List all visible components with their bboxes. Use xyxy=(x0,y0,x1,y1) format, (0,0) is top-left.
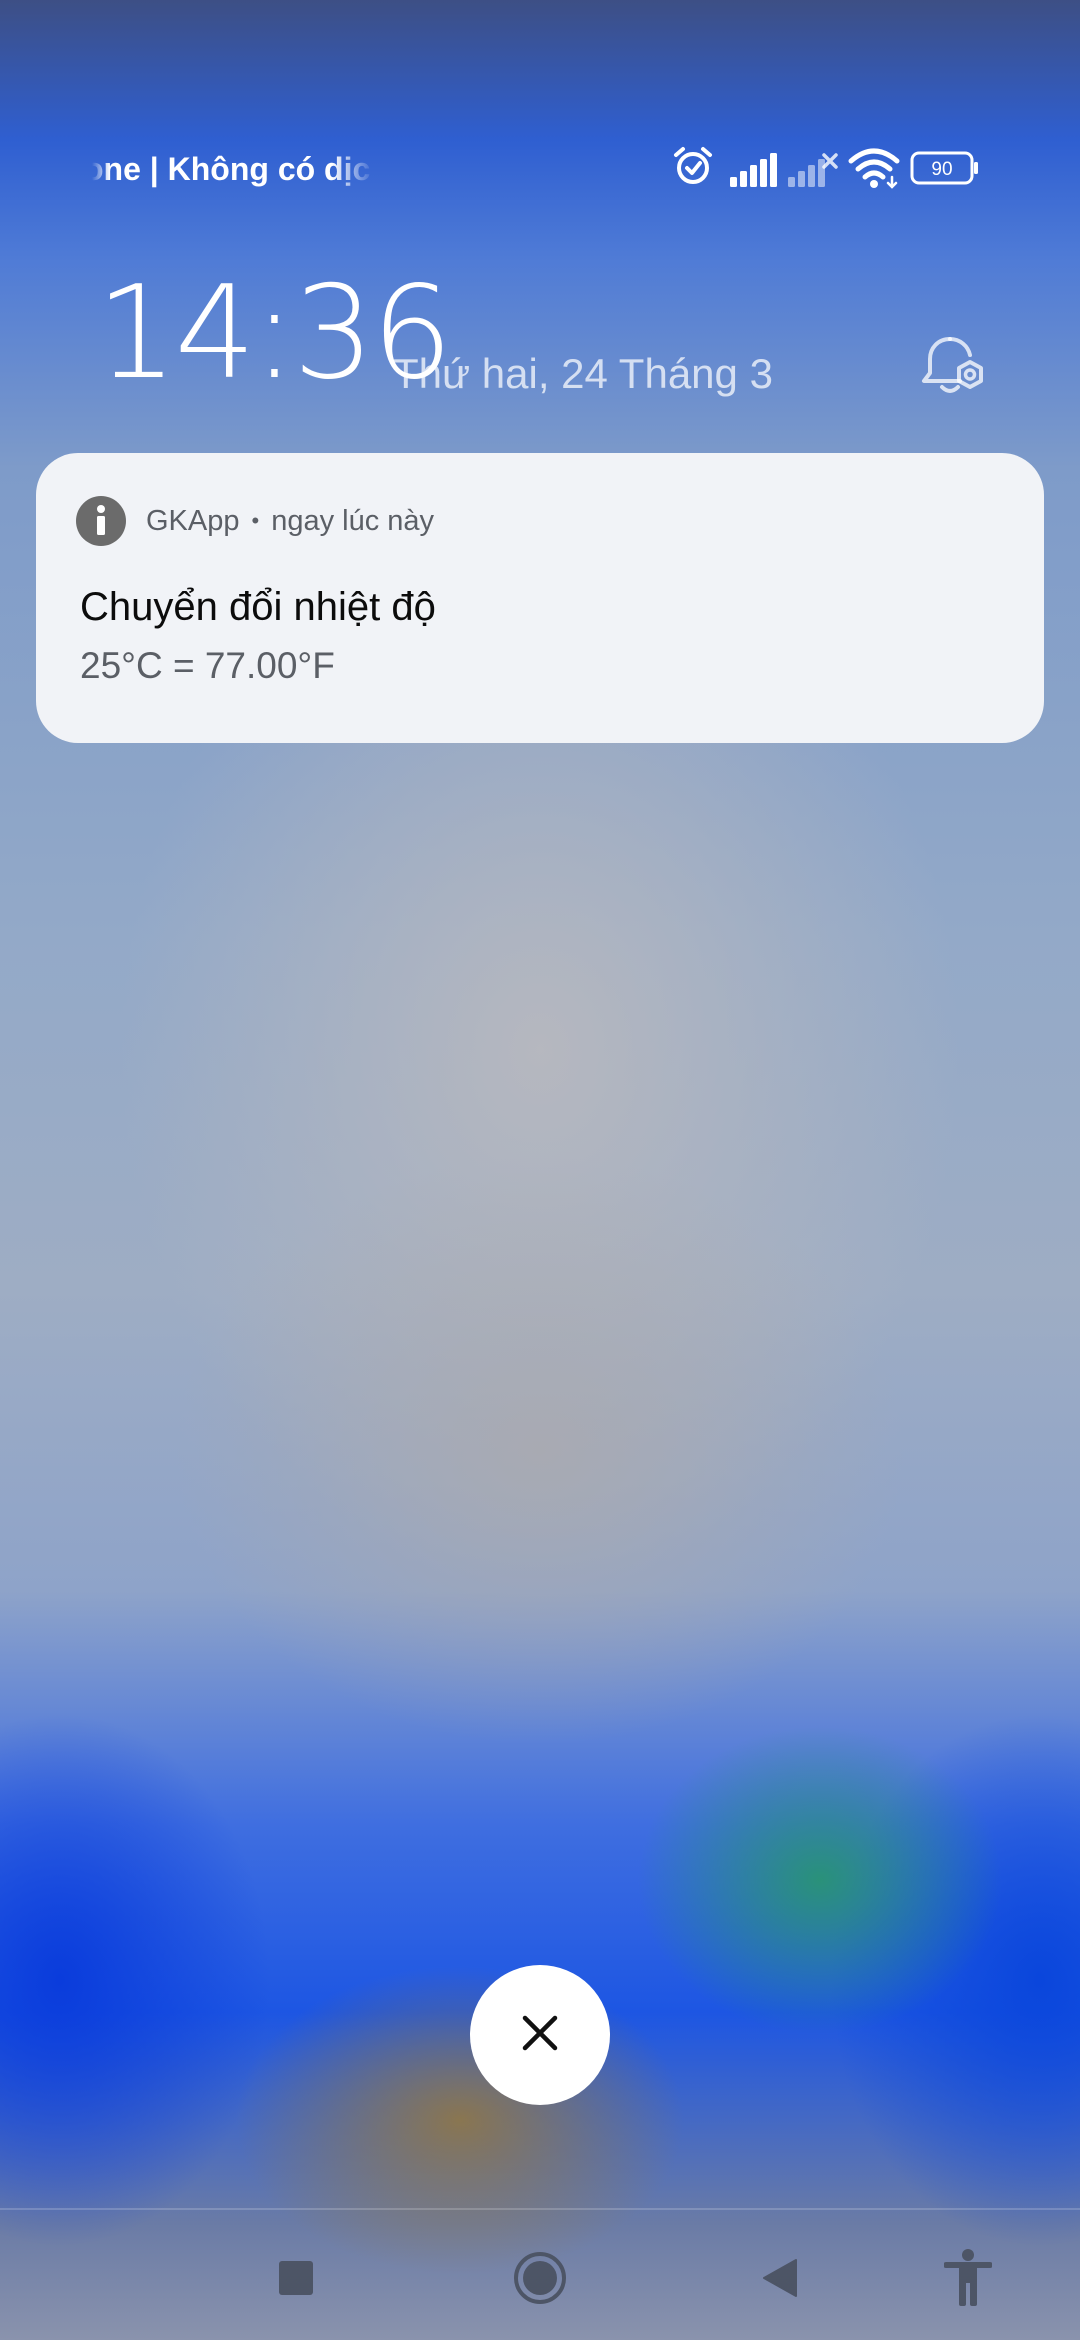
carrier-label: one | Không có dịc xyxy=(92,151,371,187)
triangle-back-icon xyxy=(762,2258,798,2303)
info-icon xyxy=(76,496,126,546)
battery-level: 90 xyxy=(931,159,952,180)
close-icon xyxy=(520,2013,560,2058)
battery-icon: 90 xyxy=(910,151,980,190)
square-icon xyxy=(278,2260,314,2301)
notification-header: GKApp • ngay lúc này xyxy=(76,495,434,547)
notification-time: ngay lúc này xyxy=(271,504,435,537)
navigation-bar xyxy=(0,2240,1080,2320)
home-button[interactable] xyxy=(500,2232,580,2328)
close-button[interactable] xyxy=(470,1965,610,2105)
notification-separator: • xyxy=(251,508,260,533)
notification-app-name: GKApp xyxy=(146,504,240,537)
status-bar: one | Không có dịc 90 xyxy=(0,145,1080,205)
alarm-icon xyxy=(672,145,714,192)
accessibility-icon xyxy=(943,2248,993,2313)
signal-icon xyxy=(730,153,778,192)
accessibility-button[interactable] xyxy=(928,2232,1008,2328)
notification-settings-icon[interactable] xyxy=(920,335,990,406)
recents-button[interactable] xyxy=(256,2240,336,2320)
nav-divider xyxy=(0,2208,1080,2210)
no-signal-icon xyxy=(788,153,838,192)
wifi-icon xyxy=(848,147,900,194)
notification-card[interactable]: GKApp • ngay lúc này Chuyển đổi nhiệt độ… xyxy=(36,453,1044,743)
notification-title: Chuyển đổi nhiệt độ xyxy=(80,585,436,629)
circle-icon xyxy=(512,2250,568,2311)
notification-body: 25°C = 77.00°F xyxy=(80,645,335,686)
lockscreen-date: Thứ hai, 24 Tháng 3 xyxy=(393,350,773,397)
back-button[interactable] xyxy=(740,2240,820,2320)
